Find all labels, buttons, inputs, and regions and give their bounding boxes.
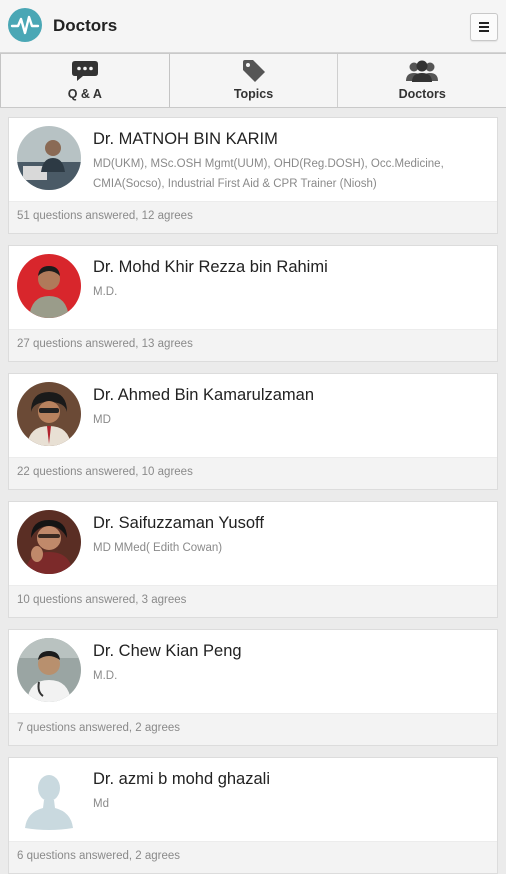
tag-icon — [241, 59, 267, 83]
speech-bubble-icon — [71, 59, 99, 83]
doctor-card[interactable]: Dr. Chew Kian Peng M.D. 7 questions answ… — [8, 629, 498, 746]
doctor-card[interactable]: Dr. MATNOH BIN KARIM MD(UKM), MSc.OSH Mg… — [8, 117, 498, 234]
doctor-credentials: MD — [93, 414, 111, 426]
doctor-card[interactable]: Dr. Ahmed Bin Kamarulzaman MD 22 questio… — [8, 373, 498, 490]
tab-topics-label: Topics — [233, 87, 274, 101]
app-header: Doctors — [0, 0, 506, 53]
doctor-credentials: M.D. — [93, 670, 118, 682]
doctor-stats: 51 questions answered, 12 agrees — [17, 210, 193, 222]
doctor-stats: 6 questions answered, 2 agrees — [17, 850, 181, 862]
doctor-name[interactable]: Dr. Mohd Khir Rezza bin Rahimi — [93, 258, 493, 277]
tab-qa[interactable]: Q & A — [0, 54, 170, 107]
doctor-card[interactable]: Dr. azmi b mohd ghazali Md 6 questions a… — [8, 757, 498, 874]
avatar — [17, 638, 81, 702]
hamburger-menu-icon — [479, 22, 489, 24]
card-footer: 22 questions answered, 10 agrees — [9, 457, 497, 489]
doctor-card[interactable]: Dr. Mohd Khir Rezza bin Rahimi M.D. 27 q… — [8, 245, 498, 362]
doctor-credentials: M.D. — [93, 286, 118, 298]
card-footer: 6 questions answered, 2 agrees — [9, 841, 497, 873]
card-footer: 51 questions answered, 12 agrees — [9, 201, 497, 233]
doctor-credentials: MD(UKM), MSc.OSH Mgmt(UUM), OHD(Reg.DOSH… — [93, 158, 444, 190]
doctor-card[interactable]: Dr. Saifuzzaman Yusoff MD MMed( Edith Co… — [8, 501, 498, 618]
page-title: Doctors — [53, 16, 118, 35]
tab-doctors-label: Doctors — [398, 87, 446, 101]
card-footer: 10 questions answered, 3 agrees — [9, 585, 497, 617]
doctor-name[interactable]: Dr. azmi b mohd ghazali — [93, 770, 493, 789]
avatar — [17, 126, 81, 190]
card-footer: 7 questions answered, 2 agrees — [9, 713, 497, 745]
doctor-name[interactable]: Dr. Chew Kian Peng — [93, 642, 493, 661]
default-avatar-icon — [17, 766, 81, 830]
tab-topics[interactable]: Topics — [170, 54, 339, 107]
pulse-logo-icon[interactable] — [8, 8, 42, 42]
doctor-stats: 10 questions answered, 3 agrees — [17, 594, 187, 606]
doctor-credentials: Md — [93, 798, 109, 810]
tab-qa-label: Q & A — [67, 87, 102, 101]
doctor-name[interactable]: Dr. MATNOH BIN KARIM — [93, 130, 493, 149]
doctor-stats: 22 questions answered, 10 agrees — [17, 466, 193, 478]
doctor-name[interactable]: Dr. Saifuzzaman Yusoff — [93, 514, 493, 533]
tab-bar: Q & A Topics Doctors — [0, 53, 506, 108]
menu-button[interactable] — [470, 13, 498, 41]
doctor-stats: 27 questions answered, 13 agrees — [17, 338, 193, 350]
card-footer: 27 questions answered, 13 agrees — [9, 329, 497, 361]
doctor-name[interactable]: Dr. Ahmed Bin Kamarulzaman — [93, 386, 493, 405]
avatar — [17, 254, 81, 318]
avatar — [17, 382, 81, 446]
doctor-credentials: MD MMed( Edith Cowan) — [93, 542, 223, 554]
doctor-stats: 7 questions answered, 2 agrees — [17, 722, 181, 734]
avatar — [17, 510, 81, 574]
tab-doctors[interactable]: Doctors — [338, 54, 506, 107]
people-icon — [404, 59, 440, 83]
